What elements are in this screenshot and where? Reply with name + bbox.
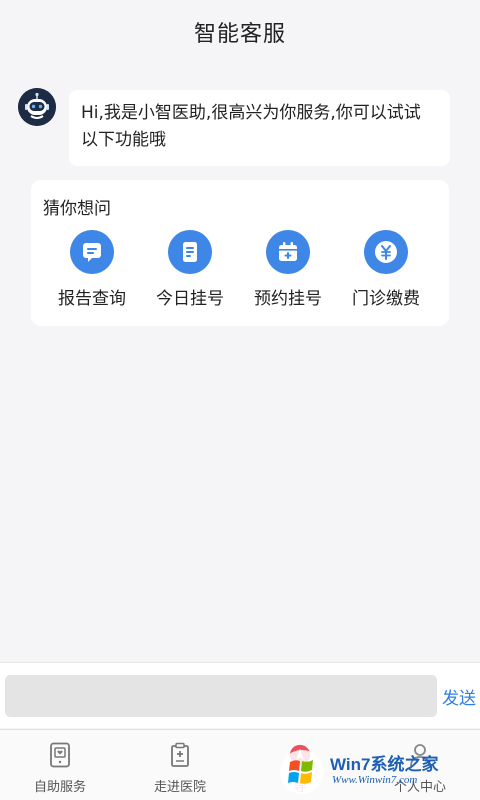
suggestion-card: 猜你想问 报告查询 今日挂号 预约挂号 门诊缴费 bbox=[31, 180, 449, 326]
appointment-register-button[interactable]: 预约挂号 bbox=[239, 230, 337, 309]
tab-navigation[interactable]: 导 bbox=[240, 730, 360, 800]
person-icon bbox=[408, 742, 432, 768]
navigation-icon bbox=[288, 742, 312, 768]
outpatient-payment-button[interactable]: 门诊缴费 bbox=[337, 230, 435, 309]
header: 智能客服 bbox=[0, 0, 480, 64]
hospital-icon bbox=[168, 742, 192, 768]
action-label: 门诊缴费 bbox=[352, 289, 420, 309]
action-label: 今日挂号 bbox=[156, 289, 224, 309]
bot-message-line: Hi,我是小智医助,很高兴为你服务,你可以试试 bbox=[81, 103, 421, 123]
message-icon bbox=[70, 230, 114, 274]
tab-label: 走进医院 bbox=[153, 780, 206, 795]
tab-label: 个人中心 bbox=[393, 780, 446, 795]
document-icon bbox=[168, 230, 212, 274]
robot-icon bbox=[18, 88, 56, 126]
tab-label: 自助服务 bbox=[33, 780, 86, 795]
tab-about-hospital[interactable]: 走进医院 bbox=[120, 730, 240, 800]
message-input[interactable] bbox=[5, 675, 437, 717]
page-title: 智能客服 bbox=[193, 22, 286, 47]
action-label: 报告查询 bbox=[58, 289, 126, 309]
bot-message-bubble: Hi,我是小智医助,很高兴为你服务,你可以试试 以下功能哦 bbox=[69, 90, 450, 166]
send-button[interactable]: 发送 bbox=[442, 684, 476, 709]
tablet-icon bbox=[48, 742, 72, 768]
report-query-button[interactable]: 报告查询 bbox=[43, 230, 141, 309]
tab-personal-center[interactable]: 个人中心 bbox=[360, 730, 480, 800]
tab-self-service[interactable]: 自助服务 bbox=[0, 730, 120, 800]
action-label: 预约挂号 bbox=[254, 289, 322, 309]
calendar-add-icon bbox=[266, 230, 310, 274]
today-register-button[interactable]: 今日挂号 bbox=[141, 230, 239, 309]
bottom-tab-bar: 自助服务 走进医院 导 个人中心 bbox=[0, 729, 480, 800]
message-input-bar: 发送 bbox=[0, 662, 480, 728]
tab-label: 导 bbox=[293, 780, 307, 795]
bot-message-row: Hi,我是小智医助,很高兴为你服务,你可以试试 以下功能哦 bbox=[18, 88, 450, 166]
yuan-icon bbox=[364, 230, 408, 274]
bot-message-line: 以下功能哦 bbox=[81, 130, 166, 150]
suggestion-title: 猜你想问 bbox=[43, 199, 111, 219]
suggestion-actions: 报告查询 今日挂号 预约挂号 门诊缴费 bbox=[31, 230, 449, 309]
